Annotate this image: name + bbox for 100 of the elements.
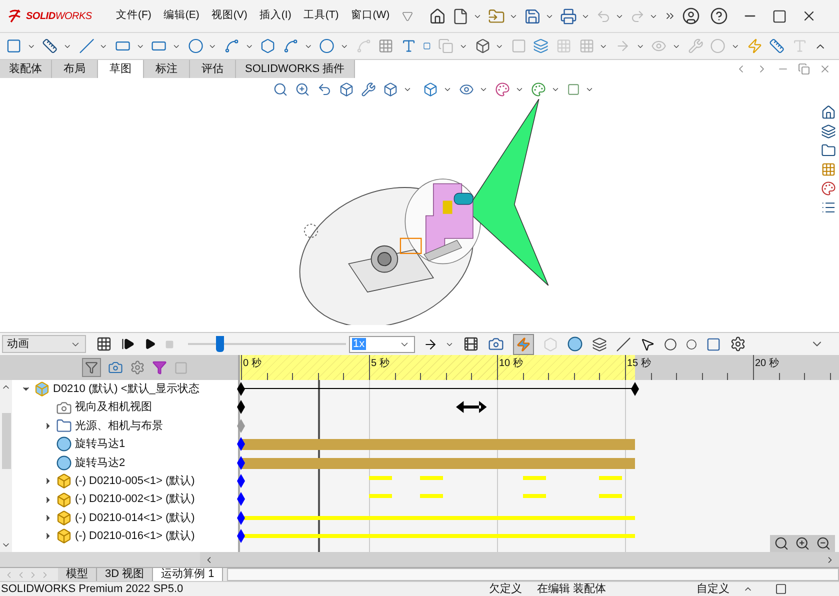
tree-item[interactable]: 旋转马达1 [75, 436, 126, 453]
caret-icon[interactable] [403, 85, 412, 94]
caret-icon[interactable] [551, 85, 560, 94]
command-tab[interactable]: SOLIDWORKS 插件 [236, 60, 355, 78]
change-bar [599, 494, 622, 498]
hide-show-icon[interactable] [459, 82, 474, 97]
double-arrow-icon [456, 401, 487, 414]
play-icon[interactable] [144, 338, 156, 350]
spline-icon[interactable] [282, 38, 299, 54]
keyframe-diamond[interactable] [237, 400, 245, 414]
filter-button[interactable] [82, 358, 101, 377]
menu-item[interactable]: 视图(V) [211, 8, 248, 24]
keyframe-diamond[interactable] [237, 474, 245, 488]
help-icon[interactable] [710, 7, 728, 25]
motor-icon [56, 454, 72, 471]
appearance-icon[interactable] [495, 82, 510, 97]
doc-restore-icon[interactable] [798, 63, 810, 75]
tree-item[interactable]: (-) D0210-014<1> (默认) [75, 510, 195, 526]
doc-close-icon[interactable] [819, 63, 831, 75]
tree-item[interactable]: 视向及相机视图 [75, 399, 152, 416]
menu-item[interactable]: 文件(F) [116, 8, 152, 24]
bottom-tab[interactable]: 模型 [58, 568, 97, 581]
new-file-icon[interactable] [452, 8, 469, 24]
keyframe-diamond[interactable] [237, 529, 245, 544]
play-from-start-icon[interactable] [121, 337, 135, 351]
settings-icon[interactable] [730, 336, 746, 352]
arc-icon[interactable] [224, 38, 240, 54]
home-icon[interactable] [820, 105, 836, 120]
autokey-button[interactable] [513, 334, 534, 354]
command-tab[interactable]: 评估 [190, 60, 236, 78]
save-icon[interactable] [524, 8, 541, 24]
time-label: 20 秒 [755, 356, 779, 371]
scene-icon[interactable] [531, 82, 546, 97]
grid-icon[interactable] [378, 38, 394, 54]
status-text: SOLIDWORKS Premium 2022 SP5.0 [0, 582, 184, 596]
command-tab[interactable]: 布局 [52, 60, 98, 78]
change-bar [420, 476, 444, 480]
circle-icon[interactable] [188, 38, 204, 54]
polygon-icon[interactable] [260, 38, 276, 54]
filter-camera-icon[interactable] [108, 360, 123, 375]
open-folder-icon[interactable] [488, 8, 505, 24]
zoom-in-icon[interactable] [795, 536, 810, 551]
keyframe-diamond[interactable] [237, 382, 245, 396]
menu-item[interactable]: 窗口(W) [350, 8, 390, 24]
tree-item[interactable]: 旋转马达2 [75, 454, 126, 471]
tree-item[interactable]: (-) D0210-016<1> (默认) [75, 528, 195, 545]
study-type-dropdown[interactable]: 动画 [2, 335, 86, 353]
caret-icon[interactable] [479, 85, 488, 94]
menu-item[interactable]: 插入(I) [259, 8, 292, 24]
logo-icon [8, 9, 22, 23]
print-icon[interactable] [560, 8, 577, 24]
keyframe-diamond[interactable] [237, 510, 245, 525]
keyframe-diamond[interactable] [237, 456, 245, 470]
status-text: 在编辑 装配体 [537, 582, 606, 596]
point-icon[interactable] [423, 42, 432, 50]
menu-item[interactable]: 编辑(E) [163, 8, 200, 24]
caret-icon[interactable] [585, 85, 594, 94]
force-icon[interactable] [640, 336, 655, 352]
more-icon[interactable] [664, 10, 676, 22]
arrow-right-icon[interactable] [423, 336, 438, 352]
line-icon[interactable] [78, 38, 94, 54]
camera-icon [56, 400, 72, 416]
bottom-tab[interactable]: 3D 视图 [97, 568, 154, 581]
keyframe-diamond[interactable] [237, 492, 245, 506]
tree-item[interactable]: 光源、相机与布景 [75, 418, 163, 434]
playback-slider-thumb[interactable] [216, 336, 224, 352]
tree-item[interactable]: (-) D0210-005<1> (默认) [75, 472, 195, 490]
filter-icon[interactable] [152, 360, 167, 375]
change-bar [522, 476, 546, 480]
bottom-tab[interactable]: 运动算例 1 [153, 568, 224, 581]
tree-item[interactable]: D0210 (默认) <默认_显示状态 [53, 380, 200, 398]
animation-wizard-icon[interactable] [488, 336, 504, 352]
motor-icon[interactable] [567, 336, 583, 352]
smart-dimension-icon[interactable] [42, 38, 58, 54]
part-icon [56, 528, 72, 544]
keyframe-diamond[interactable] [237, 437, 245, 452]
command-tab[interactable]: 装配体 [0, 60, 52, 78]
filter-settings-icon[interactable] [130, 360, 145, 375]
status-text: 自定义 [696, 582, 730, 596]
maximize-icon[interactable] [772, 8, 787, 24]
zoom-out-icon[interactable] [816, 536, 831, 551]
tree-item[interactable]: (-) D0210-002<1> (默认) [75, 491, 195, 508]
surface-icon[interactable] [533, 38, 550, 54]
command-tab[interactable]: 标注 [144, 60, 190, 78]
caret-icon[interactable] [515, 85, 524, 94]
keyframe-diamond[interactable] [631, 382, 640, 396]
properties-icon[interactable] [820, 200, 836, 215]
text-icon[interactable] [400, 38, 416, 54]
previous-view-icon[interactable] [317, 82, 332, 97]
user-icon[interactable] [682, 7, 700, 25]
zoom-fit-icon[interactable] [774, 536, 789, 551]
home-icon[interactable] [428, 8, 446, 24]
appearances-icon[interactable] [820, 181, 836, 196]
menu-item[interactable]: 工具(T) [303, 8, 339, 24]
zoom-area-icon[interactable] [295, 82, 310, 97]
save-animation-icon[interactable] [463, 336, 479, 352]
caret-icon[interactable] [443, 85, 452, 94]
zoom-fit-icon[interactable] [273, 82, 288, 97]
folder-icon[interactable] [820, 143, 836, 158]
scrollbar-thumb[interactable] [2, 413, 10, 469]
